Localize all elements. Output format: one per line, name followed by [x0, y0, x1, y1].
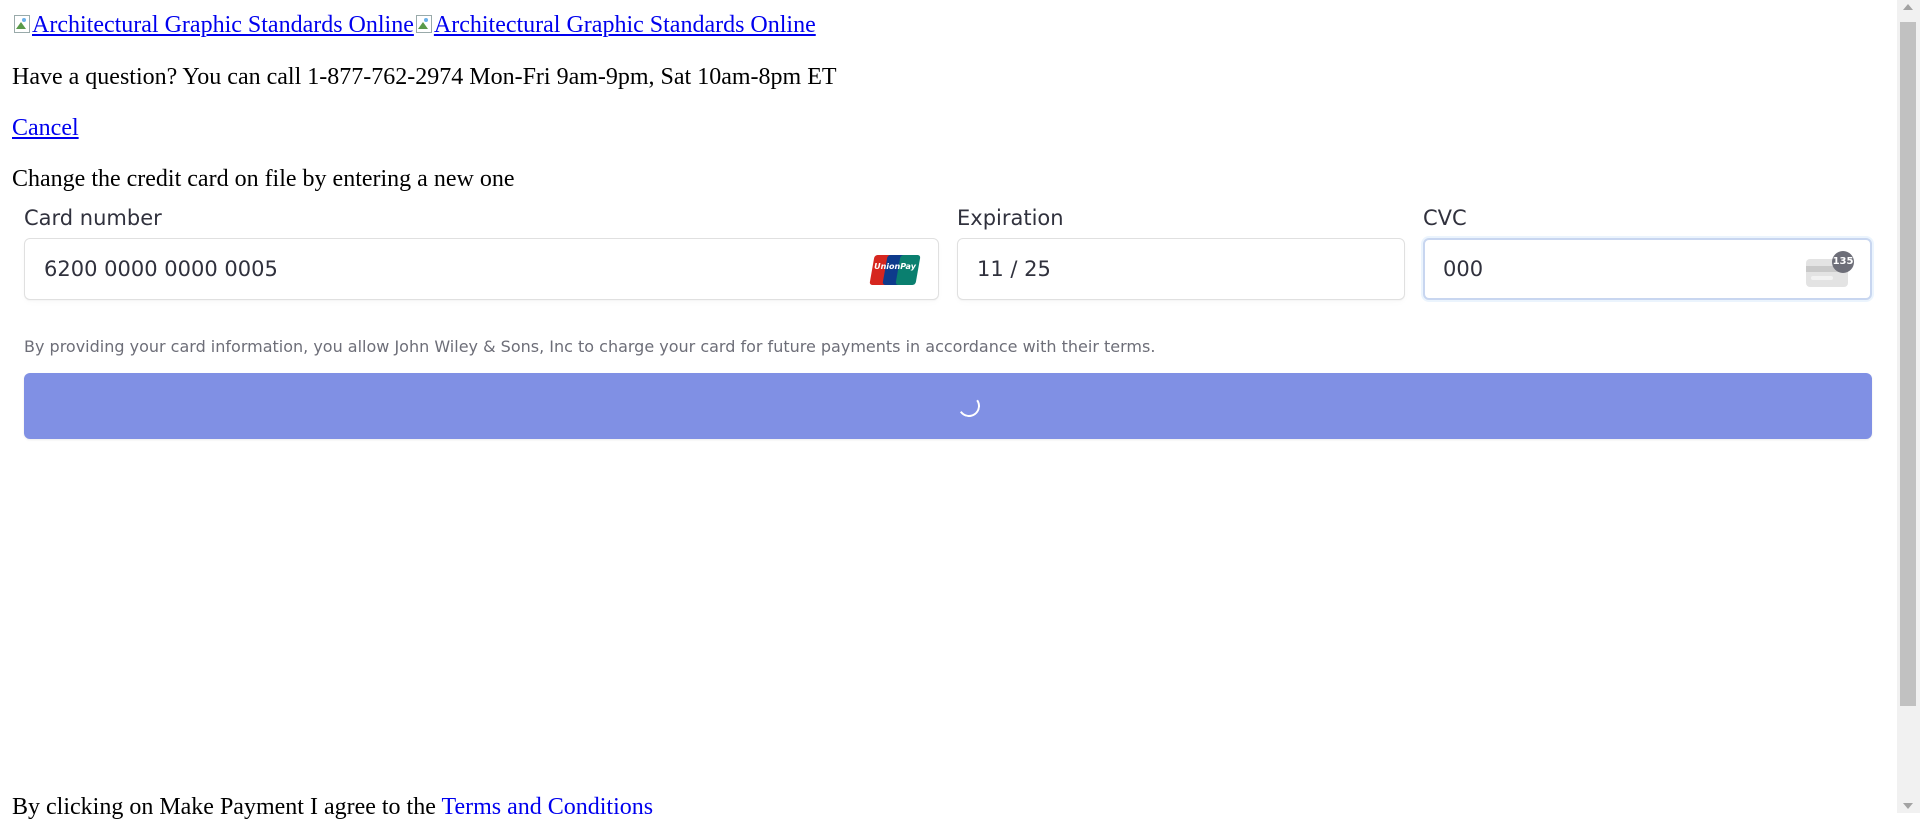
terms-prefix: By clicking on Make Payment I agree to t…	[12, 794, 442, 820]
cvc-input[interactable]: 000 135	[1423, 238, 1872, 300]
consent-text: By providing your card information, you …	[24, 337, 1156, 356]
submit-payment-button[interactable]	[24, 373, 1872, 439]
logo-link-1[interactable]: Architectural Graphic Standards Online	[12, 12, 414, 38]
logo-row: Architectural Graphic Standards Online Ar…	[12, 10, 816, 40]
loading-spinner-icon	[956, 393, 982, 419]
cvc-value: 000	[1443, 257, 1484, 281]
card-number-field: Card number 6200 0000 0000 0005 UnionPay	[24, 204, 939, 300]
logo-alt-text: Architectural Graphic Standards Online	[433, 12, 816, 38]
unionpay-icon: UnionPay	[869, 255, 921, 285]
cvc-field: CVC 000 135	[1423, 204, 1872, 300]
expiration-label: Expiration	[957, 206, 1064, 230]
card-number-label: Card number	[24, 206, 162, 230]
expiration-input[interactable]: 11 / 25	[957, 238, 1405, 300]
instructions-text: Change the credit card on file by enteri…	[12, 166, 515, 192]
scroll-down-arrow-icon[interactable]	[1903, 803, 1913, 809]
cvc-badge: 135	[1832, 251, 1854, 273]
card-number-input[interactable]: 6200 0000 0000 0005 UnionPay	[24, 238, 939, 300]
contact-text: Have a question? You can call 1-877-762-…	[12, 64, 837, 90]
logo-link-2[interactable]: Architectural Graphic Standards Online	[414, 12, 816, 38]
vertical-scrollbar[interactable]	[1897, 0, 1920, 813]
cancel-link[interactable]: Cancel	[12, 113, 79, 143]
cvc-card-icon: 135	[1806, 251, 1854, 287]
scroll-up-arrow-icon[interactable]	[1903, 4, 1913, 10]
card-brand-text: UnionPay	[874, 262, 916, 271]
broken-image-icon	[414, 13, 434, 35]
expiration-field: Expiration 11 / 25	[957, 204, 1405, 300]
expiration-value: 11 / 25	[977, 257, 1051, 281]
card-number-value: 6200 0000 0000 0005	[44, 257, 278, 281]
terms-agreement: By clicking on Make Payment I agree to t…	[12, 792, 653, 822]
scrollbar-thumb[interactable]	[1900, 22, 1916, 706]
terms-link[interactable]: Terms and Conditions	[441, 794, 653, 820]
broken-image-icon	[12, 13, 32, 35]
cvc-label: CVC	[1423, 206, 1467, 230]
logo-alt-text: Architectural Graphic Standards Online	[32, 12, 414, 38]
